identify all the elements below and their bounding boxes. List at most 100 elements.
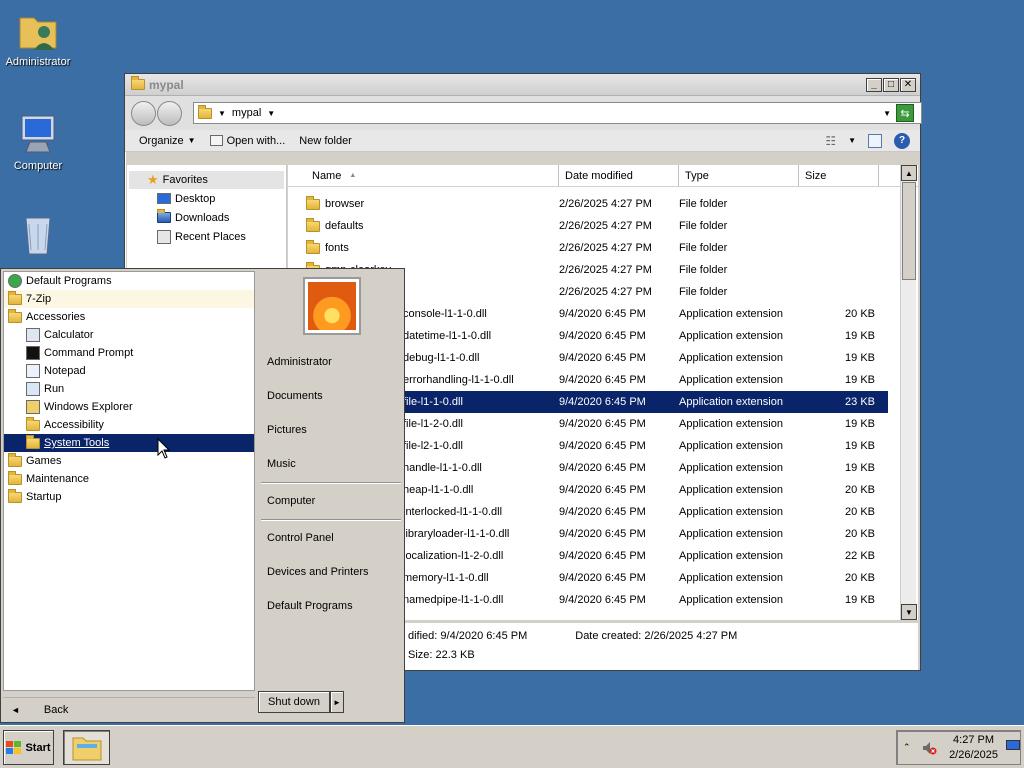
start-menu[interactable]: Default Programs 7-Zip Accessories Calculat…: [0, 268, 405, 723]
minimize-button[interactable]: _: [866, 77, 882, 92]
size-cell: 20 KB: [845, 528, 875, 540]
program-label: Calculator: [44, 329, 94, 341]
user-picture[interactable]: [303, 277, 361, 335]
program-label: Accessibility: [44, 419, 104, 431]
program-item[interactable]: 7-Zip: [4, 290, 254, 308]
scroll-down-icon[interactable]: ▼: [901, 604, 917, 620]
table-row[interactable]: fonts 2/26/2025 4:27 PM File folder: [288, 237, 888, 259]
address-dropdown-icon[interactable]: ▼: [883, 109, 891, 118]
scroll-thumb[interactable]: [902, 182, 916, 280]
new-folder-button[interactable]: New folder: [299, 135, 352, 147]
vertical-scrollbar[interactable]: ▲ ▼: [900, 165, 917, 620]
show-desktop-icon[interactable]: [1006, 740, 1020, 752]
program-label: Startup: [26, 491, 62, 503]
desktop-icon-computer[interactable]: Computer: [0, 112, 76, 172]
table-row[interactable]: defaults 2/26/2025 4:27 PM File folder: [288, 215, 888, 237]
favorites-header[interactable]: ★ Favorites: [129, 171, 284, 189]
start-link-default-programs[interactable]: Default Programs: [267, 600, 353, 612]
folder-icon: [8, 470, 22, 485]
windows-logo-icon: [6, 740, 22, 754]
start-link-computer[interactable]: Computer: [267, 495, 315, 507]
folder-icon: [26, 416, 40, 431]
separator: [261, 482, 401, 484]
start-menu-right-column: Administrator Documents Pictures Music C…: [257, 269, 404, 689]
back-button[interactable]: ◄ Back: [3, 697, 255, 721]
program-item[interactable]: Command Prompt: [4, 344, 254, 362]
start-link-devices-printers[interactable]: Devices and Printers: [267, 566, 369, 578]
program-label: Run: [44, 383, 65, 395]
size-cell: 19 KB: [845, 418, 875, 430]
folder-icon: [8, 452, 22, 467]
table-row[interactable]: browser 2/26/2025 4:27 PM File folder: [288, 193, 888, 215]
column-header-size[interactable]: Size: [799, 165, 879, 186]
start-link-pictures[interactable]: Pictures: [267, 424, 307, 436]
nav-item-recent-places[interactable]: Recent Places: [127, 227, 286, 246]
start-button[interactable]: Start: [3, 730, 54, 765]
type-cell: Application extension: [679, 396, 783, 408]
size-cell: 20 KB: [845, 572, 875, 584]
nav-item-downloads[interactable]: Downloads: [127, 208, 286, 227]
all-programs-list[interactable]: Default Programs 7-Zip Accessories Calculat…: [3, 271, 255, 691]
taskbar-explorer-button[interactable]: [63, 730, 110, 765]
start-link-administrator[interactable]: Administrator: [267, 356, 332, 368]
shutdown-options-arrow-icon[interactable]: ►: [329, 691, 344, 713]
volume-muted-icon[interactable]: [921, 740, 937, 756]
program-label: Default Programs: [26, 275, 112, 287]
start-link-music[interactable]: Music: [267, 458, 296, 470]
column-header-date[interactable]: Date modified: [559, 165, 679, 186]
desktop-icon-administrator[interactable]: Administrator: [0, 8, 76, 68]
maximize-button[interactable]: □: [883, 77, 899, 92]
program-item[interactable]: Run: [4, 380, 254, 398]
shut-down-button[interactable]: Shut down: [258, 691, 330, 713]
program-item[interactable]: Windows Explorer: [4, 398, 254, 416]
column-headers: Name ▲ Date modified Type Size: [288, 165, 918, 187]
column-header-name[interactable]: Name ▲: [288, 165, 559, 186]
refresh-icon[interactable]: ⇆: [896, 104, 914, 122]
program-item[interactable]: System Tools: [4, 434, 254, 452]
size-cell: 19 KB: [845, 352, 875, 364]
close-button[interactable]: ✕: [900, 77, 916, 92]
chevron-right-icon[interactable]: ▼: [218, 109, 226, 118]
file-name: fonts: [325, 242, 349, 254]
program-item[interactable]: Startup: [4, 488, 254, 506]
program-item[interactable]: Calculator: [4, 326, 254, 344]
address-bar[interactable]: ▼ mypal ▼ ▼: [193, 102, 922, 124]
desktop-icon-recycle-bin[interactable]: [0, 212, 76, 260]
open-with-button[interactable]: Open with...: [209, 135, 285, 147]
clock[interactable]: 4:27 PM 2/26/2025: [949, 733, 998, 763]
explorer-titlebar[interactable]: mypal _ □ ✕: [125, 74, 920, 96]
command-prompt-icon: [26, 346, 40, 360]
start-link-documents[interactable]: Documents: [267, 390, 323, 402]
separator: [261, 519, 401, 521]
type-cell: Application extension: [679, 550, 783, 562]
organize-button[interactable]: Organize ▼: [139, 135, 196, 147]
program-item[interactable]: Maintenance: [4, 470, 254, 488]
scroll-up-icon[interactable]: ▲: [901, 165, 917, 181]
forward-nav-button[interactable]: [157, 100, 182, 126]
date-modified-cell: 2/26/2025 4:27 PM: [559, 198, 652, 210]
chevron-down-icon[interactable]: ▼: [267, 109, 275, 118]
folder-icon: [198, 104, 212, 119]
file-name: handle-l1-1-0.dll: [403, 462, 482, 474]
program-label: 7-Zip: [26, 293, 52, 305]
program-item[interactable]: Notepad: [4, 362, 254, 380]
type-cell: Application extension: [679, 330, 783, 342]
nav-item-desktop[interactable]: Desktop: [127, 189, 286, 208]
help-icon[interactable]: ?: [894, 132, 910, 149]
date-modified-cell: 9/4/2020 6:45 PM: [559, 308, 646, 320]
view-options-icon[interactable]: ☷: [825, 134, 836, 148]
start-link-control-panel[interactable]: Control Panel: [267, 532, 334, 544]
date-modified-cell: 9/4/2020 6:45 PM: [559, 396, 646, 408]
desktop-icon: [157, 193, 171, 204]
address-crumb[interactable]: mypal: [232, 107, 261, 119]
program-item[interactable]: Accessories: [4, 308, 254, 326]
preview-pane-icon[interactable]: [868, 133, 882, 148]
back-nav-button[interactable]: [131, 100, 156, 126]
program-item[interactable]: Default Programs: [4, 272, 254, 290]
show-hidden-icons-icon[interactable]: ⌃: [903, 742, 911, 753]
program-item[interactable]: Accessibility: [4, 416, 254, 434]
folder-icon: [26, 434, 40, 449]
chevron-down-icon[interactable]: ▼: [848, 136, 856, 145]
program-item[interactable]: Games: [4, 452, 254, 470]
column-header-type[interactable]: Type: [679, 165, 799, 186]
